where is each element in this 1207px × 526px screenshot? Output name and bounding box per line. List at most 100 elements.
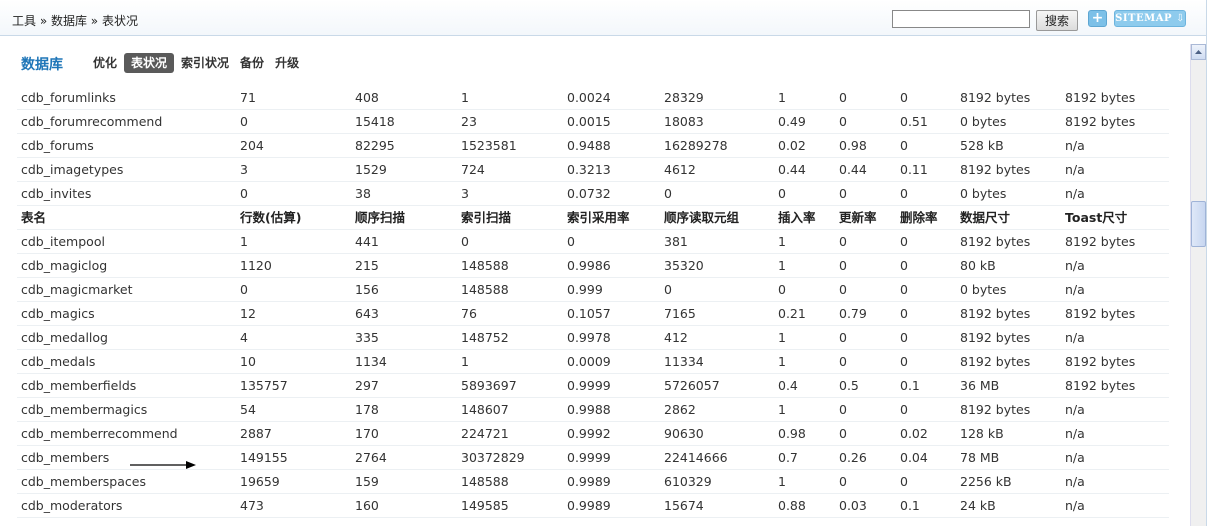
table-cell: 0: [839, 330, 847, 345]
table-cell: 2764: [355, 450, 387, 465]
table-cell: n/a: [1065, 474, 1085, 489]
table-cell: 1: [778, 354, 786, 369]
table-cell: 76: [461, 306, 477, 321]
page-title: 数据库: [21, 57, 63, 73]
scroll-thumb[interactable]: [1191, 201, 1206, 247]
search-input[interactable]: [892, 10, 1030, 28]
table-cell: 1529: [355, 162, 387, 177]
table-cell: 2887: [240, 426, 272, 441]
table-cell: 0.51: [900, 114, 928, 129]
table-cell: 148588: [461, 258, 509, 273]
table-cell: 159: [355, 474, 379, 489]
table-cell: 10: [240, 354, 256, 369]
tab-4[interactable]: 升级: [271, 53, 303, 73]
table-cell: 0.0024: [567, 90, 611, 105]
table-cell: 5893697: [461, 378, 517, 393]
table-cell: 1: [778, 90, 786, 105]
table-cell: 0.9986: [567, 258, 611, 273]
column-header: 更新率: [839, 210, 877, 225]
table-cell: 11334: [664, 354, 704, 369]
table-cell: 0: [839, 90, 847, 105]
table-cell: 148752: [461, 330, 509, 345]
tab-3[interactable]: 备份: [236, 53, 268, 73]
table-cell: 0: [664, 186, 672, 201]
table-cell: 0 bytes: [960, 114, 1007, 129]
table-cell: 0: [839, 258, 847, 273]
table-cell: 724: [461, 162, 485, 177]
table-cell: 4: [240, 330, 248, 345]
table-cell: 36 MB: [960, 378, 1000, 393]
table-cell: n/a: [1065, 282, 1085, 297]
table-row: cdb_medals 10 1134 1 0.0009 11334 1 0 0 8192 byte…: [17, 350, 1169, 374]
table-cell: 15418: [355, 114, 395, 129]
table-cell: 19659: [240, 474, 280, 489]
table-cell: 0.21: [778, 306, 806, 321]
table-cell: cdb_memberrecommend: [21, 426, 178, 441]
column-header: Toast尺寸: [1065, 210, 1128, 225]
table-cell: 0: [778, 186, 786, 201]
tab-1[interactable]: 表状况: [124, 53, 175, 73]
table-cell: 0: [900, 186, 908, 201]
column-header: 索引采用率: [567, 210, 630, 225]
table-cell: 204: [240, 138, 264, 153]
table-cell: 0.0015: [567, 114, 611, 129]
table-cell: 412: [664, 330, 688, 345]
search-button[interactable]: 搜索: [1036, 10, 1078, 31]
table-cell: 0.9999: [567, 450, 611, 465]
table-row: cdb_medallog 4 335 148752 0.9978 412 1 0 0 8192 b…: [17, 326, 1169, 350]
table-cell: 528 kB: [960, 138, 1004, 153]
table-cell: 30372829: [461, 450, 525, 465]
table-cell: 0: [900, 402, 908, 417]
sitemap-button[interactable]: SITEMAP ⇩: [1114, 10, 1186, 27]
table-cell: 0.0009: [567, 354, 611, 369]
tab-0[interactable]: 优化: [89, 53, 121, 73]
table-cell: 1: [240, 234, 248, 249]
table-cell: 0: [461, 234, 469, 249]
table-cell: 0.44: [839, 162, 867, 177]
table-cell: 0: [240, 282, 248, 297]
table-cell: cdb_invites: [21, 186, 92, 201]
table-cell: 643: [355, 306, 379, 321]
table-cell: 0.5: [839, 378, 859, 393]
table-cell: 0.44: [778, 162, 806, 177]
table-cell: 0: [664, 282, 672, 297]
table-cell: 1134: [355, 354, 387, 369]
arrow-annotation: [130, 461, 196, 469]
table-cell: 0.9978: [567, 330, 611, 345]
table-cell: 90630: [664, 426, 704, 441]
table-cell: 0: [900, 258, 908, 273]
table-cell: 297: [355, 378, 379, 393]
table-cell: n/a: [1065, 258, 1085, 273]
table-cell: 1: [461, 354, 469, 369]
tab-2[interactable]: 索引状况: [177, 53, 233, 73]
table-cell: 0.26: [839, 450, 867, 465]
column-header: 行数(估算): [240, 210, 302, 225]
table-row: cdb_moderators 473 160 149585 0.9989 15674 0.8…: [17, 494, 1169, 518]
table-header-row: 表名 行数(估算) 顺序扫描 索引扫描 索引采用率 顺序读取元组 插入率 更新率 删除率 数据尺寸…: [17, 206, 1169, 230]
vertical-scrollbar[interactable]: [1190, 44, 1206, 526]
table-cell: n/a: [1065, 186, 1085, 201]
table-cell: 0.1: [900, 378, 920, 393]
table-cell: 8192 bytes: [1065, 354, 1136, 369]
table-cell: 0.02: [900, 426, 928, 441]
table-cell: 8192 bytes: [960, 234, 1031, 249]
table-row: cdb_forumlinks 71 408 1 0.0024 28329 1 0 0 8192 b…: [17, 86, 1169, 110]
scroll-up-button[interactable]: [1191, 44, 1206, 60]
table-cell: 135757: [240, 378, 288, 393]
table-cell: 160: [355, 498, 379, 513]
table-cell: 0.3213: [567, 162, 611, 177]
table-cell: 38: [355, 186, 371, 201]
table-cell: 8192 bytes: [1065, 90, 1136, 105]
table-cell: 0.4: [778, 378, 798, 393]
table-cell: 0.88: [778, 498, 806, 513]
table-cell: 12: [240, 306, 256, 321]
table-cell: 441: [355, 234, 379, 249]
add-shortcut-button[interactable]: +: [1088, 10, 1107, 27]
table-cell: 80 kB: [960, 258, 996, 273]
table-cell: 0: [839, 282, 847, 297]
table-cell: n/a: [1065, 402, 1085, 417]
table-cell: cdb_forums: [21, 138, 94, 153]
table-cell: 8192 bytes: [1065, 234, 1136, 249]
table-cell: 178: [355, 402, 379, 417]
table-cell: 128 kB: [960, 426, 1004, 441]
